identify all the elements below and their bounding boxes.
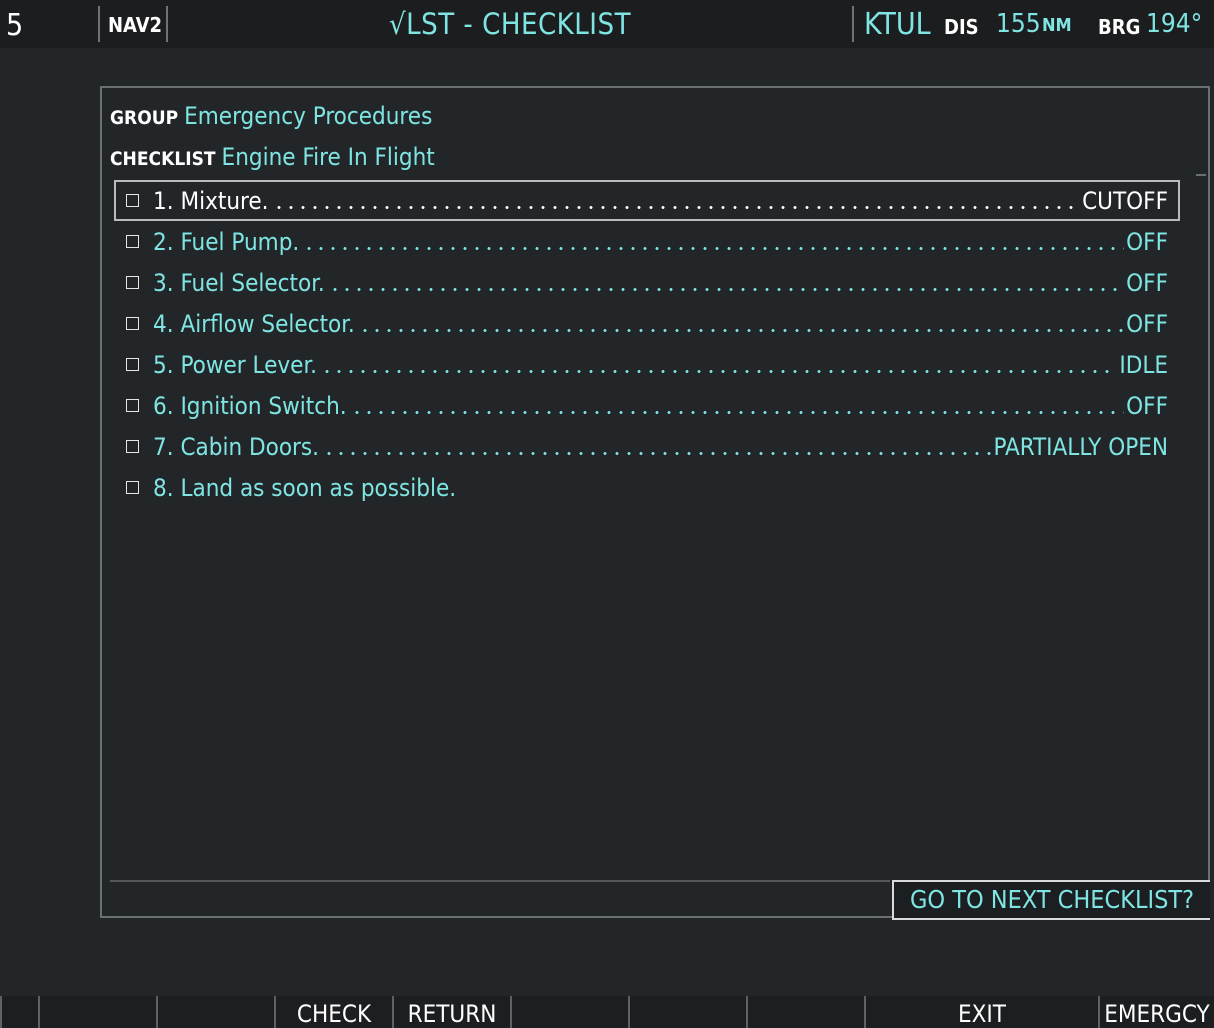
checkbox-icon[interactable] — [126, 235, 139, 248]
checklist-item[interactable]: 8. Land as soon as possible. — [114, 467, 1180, 508]
softkey-bar: CHECK RETURN EXIT EMERGCY — [0, 996, 1214, 1028]
checklist-item[interactable]: 3. Fuel Selector. OFF — [114, 262, 1180, 303]
checklist-item-action: CUTOFF — [1082, 186, 1168, 215]
checklist-item-text: 8. Land as soon as possible. — [153, 473, 457, 502]
nav-source-label: NAV2 — [108, 13, 163, 37]
softkey-exit[interactable]: EXIT — [864, 996, 1098, 1028]
bearing-label: BRG — [1098, 15, 1141, 39]
divider-line — [110, 880, 890, 882]
checklist-field[interactable]: CHECKLIST Engine Fire In Flight — [110, 143, 435, 171]
checkbox-icon[interactable] — [126, 399, 139, 412]
checklist-item-action: OFF — [1126, 309, 1168, 338]
group-label: GROUP — [110, 107, 179, 129]
checklist-item-action: OFF — [1126, 268, 1168, 297]
top-status-bar: 5 NAV2 √LST - CHECKLIST KTUL DIS 155 NM … — [0, 0, 1214, 48]
dot-leader — [320, 370, 1118, 373]
bearing-value: 194° — [1146, 9, 1203, 39]
checklist-item[interactable]: 2. Fuel Pump. OFF — [114, 221, 1180, 262]
softkey-blank[interactable] — [510, 996, 628, 1028]
dot-leader — [358, 329, 1125, 332]
scrollbar-indicator — [1196, 174, 1206, 176]
softkey-check[interactable]: CHECK — [274, 996, 392, 1028]
distance-label: DIS — [944, 15, 979, 39]
checklist-item-action: OFF — [1126, 391, 1168, 420]
checklist-item-action: OFF — [1126, 227, 1168, 256]
softkey-blank[interactable] — [38, 996, 156, 1028]
checklist-item-text: 6. Ignition Switch. — [153, 391, 347, 420]
checkbox-icon[interactable] — [126, 276, 139, 289]
page-number-fragment: 5 — [6, 8, 24, 43]
checklist-label: CHECKLIST — [110, 148, 216, 170]
checklist-item-action: IDLE — [1119, 350, 1168, 379]
dot-leader — [272, 206, 1081, 209]
checklist-item-text: 7. Cabin Doors. — [153, 432, 320, 461]
go-to-next-checklist-button[interactable]: GO TO NEXT CHECKLIST? — [892, 880, 1210, 920]
checkbox-icon[interactable] — [126, 481, 139, 494]
softkey-blank[interactable] — [0, 996, 38, 1028]
checklist-item-action: PARTIALLY OPEN — [993, 432, 1168, 461]
dot-leader — [350, 411, 1125, 414]
distance-value: 155 — [996, 9, 1041, 39]
checklist-item[interactable]: 1. Mixture. CUTOFF — [114, 180, 1180, 221]
group-value: Emergency Procedures — [184, 102, 433, 130]
group-field[interactable]: GROUP Emergency Procedures — [110, 102, 432, 130]
dot-leader — [328, 288, 1125, 291]
checklist-value: Engine Fire In Flight — [221, 143, 435, 171]
destination-box: KTUL DIS 155 NM BRG 194° — [852, 6, 1214, 42]
softkey-return[interactable]: RETURN — [392, 996, 510, 1028]
destination-waypoint: KTUL — [864, 7, 931, 42]
checklist-item-text: 5. Power Lever. — [153, 350, 317, 379]
checklist-item[interactable]: 4. Airflow Selector. OFF — [114, 303, 1180, 344]
softkey-emergcy[interactable]: EMERGCY — [1098, 996, 1214, 1028]
checklist-items: 1. Mixture. CUTOFF 2. Fuel Pump. OFF 3. Fuel… — [114, 180, 1180, 508]
checklist-panel: GROUP Emergency Procedures CHECKLIST Engin… — [100, 86, 1210, 920]
checkbox-icon[interactable] — [126, 194, 139, 207]
softkey-blank[interactable] — [628, 996, 746, 1028]
checklist-item-text: 1. Mixture. — [153, 186, 269, 215]
distance-unit: NM — [1042, 15, 1072, 36]
checkbox-icon[interactable] — [126, 317, 139, 330]
checklist-item-text: 3. Fuel Selector. — [153, 268, 325, 297]
softkey-blank[interactable] — [156, 996, 274, 1028]
dot-leader — [323, 452, 992, 455]
dot-leader — [303, 247, 1125, 250]
page-title: √LST - CHECKLIST — [388, 7, 631, 41]
page-title-box: √LST - CHECKLIST — [170, 6, 850, 42]
checklist-item-text: 2. Fuel Pump. — [153, 227, 300, 256]
checklist-item[interactable]: 5. Power Lever. IDLE — [114, 344, 1180, 385]
checklist-item-text: 4. Airflow Selector. — [153, 309, 355, 338]
checklist-item[interactable]: 7. Cabin Doors. PARTIALLY OPEN — [114, 426, 1180, 467]
checklist-item[interactable]: 6. Ignition Switch. OFF — [114, 385, 1180, 426]
softkey-blank[interactable] — [746, 996, 864, 1028]
nav-source-box: NAV2 — [98, 6, 168, 42]
checkbox-icon[interactable] — [126, 440, 139, 453]
checkbox-icon[interactable] — [126, 358, 139, 371]
